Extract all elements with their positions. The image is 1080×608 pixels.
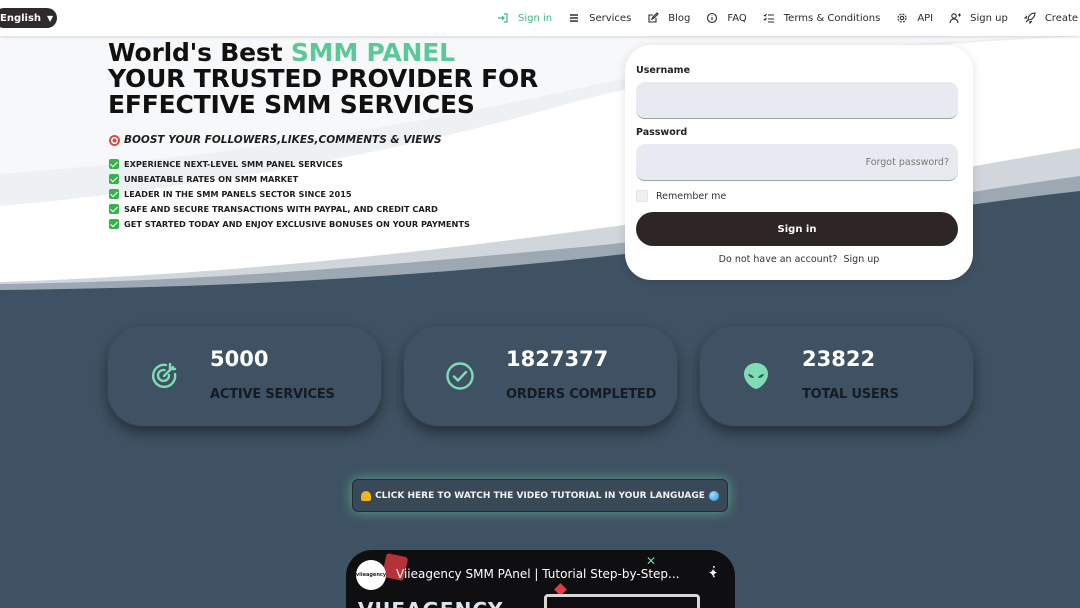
edit-icon: [648, 12, 660, 23]
feature-text: LEADER IN THE SMM PANELS SECTOR SINCE 20…: [124, 188, 352, 199]
sign-in-icon: [498, 13, 508, 23]
sparkle-icon: ✦: [708, 566, 719, 580]
language-label: English: [0, 12, 42, 24]
nav-menu: Sign in Services Blog FAQ Terms & Condit…: [497, 0, 1080, 36]
signup-prompt: Do not have an account? Sign up: [625, 254, 973, 265]
stat-value: 23822: [802, 347, 876, 371]
username-input[interactable]: [636, 82, 958, 119]
username-label: Username: [636, 65, 691, 76]
stat-orders-completed: 1827377 ORDERS COMPLETED: [404, 327, 677, 426]
nav-services[interactable]: Services: [568, 12, 631, 24]
feature-item: GET STARTED TODAY AND ENJOY EXCLUSIVE BO…: [109, 217, 470, 232]
video-embed[interactable]: viieagency Viieagency SMM PAnel | Tutori…: [346, 550, 735, 608]
checkbox-emoji-icon: [109, 219, 119, 230]
stat-label: ORDERS COMPLETED: [506, 387, 657, 402]
checkbox-emoji-icon: [109, 188, 119, 199]
feature-text: SAFE AND SECURE TRANSACTIONS WITH PAYPAL…: [124, 204, 438, 215]
alien-icon: [744, 363, 768, 389]
password-label: Password: [636, 127, 688, 138]
checkbox-emoji-icon: [109, 173, 119, 184]
nav-terms[interactable]: Terms & Conditions: [763, 12, 881, 24]
sparkle-icon: ✕: [646, 554, 657, 568]
nav-sign-in-label: Sign in: [518, 12, 553, 24]
chevron-down-icon: ▼: [47, 13, 54, 23]
feature-item: EXPERIENCE NEXT-LEVEL SMM PANEL SERVICES: [109, 156, 470, 171]
stat-value: 5000: [210, 347, 269, 371]
nav-blog[interactable]: Blog: [647, 12, 690, 24]
list-icon: [570, 14, 579, 22]
gear-icon: [897, 13, 907, 23]
check-circle-icon: [446, 362, 474, 390]
nav-terms-label: Terms & Conditions: [783, 12, 881, 24]
remember-me[interactable]: Remember me: [636, 190, 726, 202]
user-plus-icon: [949, 13, 962, 24]
target-icon: [151, 362, 177, 389]
info-icon: [707, 12, 718, 24]
nav-sign-in[interactable]: Sign in: [497, 12, 552, 24]
forgot-password-link[interactable]: Forgot password?: [866, 157, 949, 168]
login-form: Username Password Forgot password? Remem…: [625, 45, 973, 280]
remember-me-checkbox[interactable]: [636, 190, 648, 202]
nav-faq[interactable]: FAQ: [706, 12, 747, 24]
video-tutorial-label: CLICK HERE TO WATCH THE VIDEO TUTORIAL I…: [375, 490, 705, 501]
stat-label: ACTIVE SERVICES: [210, 387, 335, 402]
nav-create-your[interactable]: Create Your: [1023, 12, 1080, 24]
hero-title-prefix: World's Best: [108, 38, 291, 67]
feature-text: UNBEATABLE RATES ON SMM MARKET: [124, 173, 299, 184]
stat-value: 1827377: [506, 347, 609, 371]
stat-total-users: 23822 TOTAL USERS: [700, 327, 973, 426]
nav-api-label: API: [917, 12, 934, 24]
top-navigation: English ▼ Sign in Services Blog FAQ Term…: [0, 0, 1080, 36]
sign-up-link[interactable]: Sign up: [844, 254, 880, 265]
feature-list: EXPERIENCE NEXT-LEVEL SMM PANEL SERVICES…: [109, 156, 470, 232]
remember-me-label: Remember me: [656, 190, 727, 202]
feature-text: GET STARTED TODAY AND ENJOY EXCLUSIVE BO…: [124, 219, 470, 230]
language-selector[interactable]: English ▼: [0, 8, 57, 28]
channel-avatar[interactable]: viieagency: [356, 560, 386, 590]
checkbox-emoji-icon: [109, 204, 119, 215]
no-account-text: Do not have an account?: [718, 254, 838, 265]
checkbox-emoji-icon: [109, 158, 119, 169]
hero-title-accent: SMM PANEL: [290, 38, 455, 67]
sign-in-button[interactable]: Sign in: [636, 212, 958, 246]
feature-item: LEADER IN THE SMM PANELS SECTOR SINCE 20…: [109, 186, 470, 201]
rocket-icon: [1023, 12, 1036, 24]
feature-item: SAFE AND SECURE TRANSACTIONS WITH PAYPAL…: [109, 202, 470, 217]
globe-icon: [708, 490, 719, 501]
stat-active-services: 5000 ACTIVE SERVICES: [108, 327, 381, 426]
feature-text: EXPERIENCE NEXT-LEVEL SMM PANEL SERVICES: [124, 158, 343, 169]
bell-icon: [361, 490, 372, 501]
nav-sign-up-label: Sign up: [970, 12, 1008, 24]
video-title[interactable]: Viieagency SMM PAnel | Tutorial Step-by-…: [396, 567, 679, 581]
video-tutorial-button[interactable]: CLICK HERE TO WATCH THE VIDEO TUTORIAL I…: [352, 479, 728, 512]
hero-title-line3: EFFECTIVE SMM SERVICES: [108, 90, 475, 119]
nav-sign-up[interactable]: Sign up: [949, 12, 1008, 24]
nav-blog-label: Blog: [668, 12, 691, 24]
target-emoji-icon: [109, 134, 120, 146]
nav-services-label: Services: [589, 12, 632, 24]
nav-api[interactable]: API: [896, 12, 933, 24]
hero-subtitle: BOOST YOUR FOLLOWERS,LIKES,COMMENTS & VI…: [109, 134, 442, 146]
hero-subtitle-text: BOOST YOUR FOLLOWERS,LIKES,COMMENTS & VI…: [124, 134, 442, 146]
checklist-icon: [763, 13, 774, 23]
video-brand-text: VIIEAGENCY: [358, 598, 503, 608]
nav-create-your-label: Create Your: [1044, 12, 1080, 24]
video-thumbnail-screen: [544, 594, 700, 608]
nav-faq-label: FAQ: [727, 12, 747, 24]
hero-title: World's Best SMM PANEL YOUR TRUSTED PROV…: [108, 40, 538, 118]
stat-label: TOTAL USERS: [802, 387, 899, 402]
feature-item: UNBEATABLE RATES ON SMM MARKET: [109, 171, 470, 186]
hero-title-line2: YOUR TRUSTED PROVIDER FOR: [108, 64, 539, 93]
